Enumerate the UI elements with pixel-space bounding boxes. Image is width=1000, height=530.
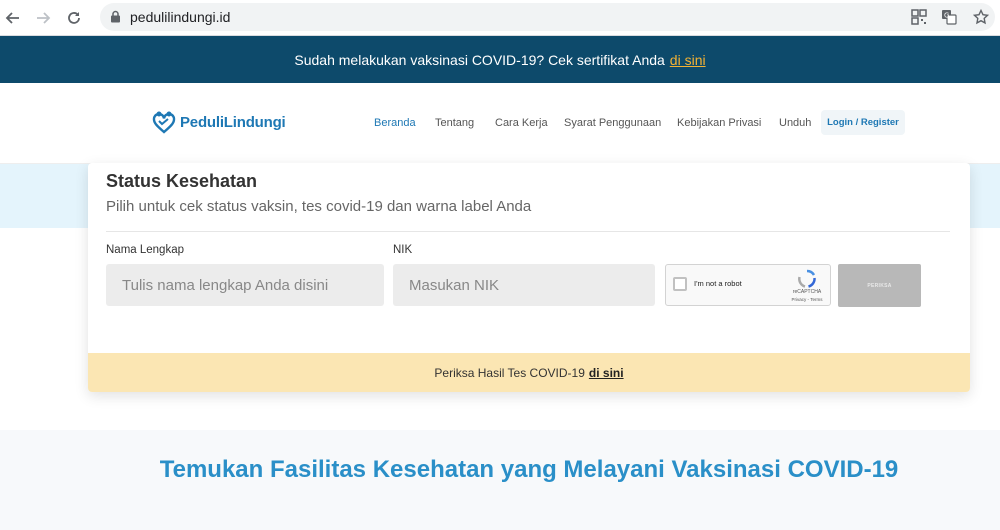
recaptcha-brand: reCAPTCHA: [792, 289, 822, 295]
login-register-button[interactable]: Login / Register: [821, 110, 905, 135]
recaptcha-widget: I'm not a robot reCAPTCHA Privacy - Term…: [665, 264, 831, 306]
qr-icon[interactable]: [910, 8, 928, 26]
test-result-link[interactable]: di sini: [589, 366, 624, 380]
star-icon[interactable]: [972, 8, 990, 26]
nav-cara-kerja[interactable]: Cara Kerja: [495, 117, 548, 129]
divider: [106, 231, 950, 232]
svg-text:G: G: [944, 12, 949, 20]
browser-toolbar: pedulilindungi.id G: [0, 0, 1000, 36]
banner-text: Sudah melakukan vaksinasi COVID-19? Cek …: [294, 51, 665, 68]
nav-tentang[interactable]: Tentang: [435, 117, 474, 129]
forward-icon[interactable]: [32, 7, 54, 29]
recaptcha-terms[interactable]: Privacy - Terms: [786, 297, 828, 302]
test-result-bar: Periksa Hasil Tes COVID-19 di sini: [88, 353, 970, 392]
card-title: Status Kesehatan: [106, 171, 258, 191]
nik-label: NIK: [393, 244, 413, 256]
card-subtitle: Pilih untuk cek status vaksin, tes covid…: [106, 198, 532, 215]
test-result-text: Periksa Hasil Tes COVID-19: [434, 365, 585, 380]
banner-link[interactable]: di sini: [670, 52, 706, 68]
address-bar[interactable]: pedulilindungi.id G: [100, 3, 995, 31]
nav-unduh[interactable]: Unduh: [779, 117, 811, 129]
name-label: Nama Lengkap: [106, 244, 184, 256]
nav-beranda[interactable]: Beranda: [374, 117, 416, 129]
nav-syarat-penggunaan[interactable]: Syarat Penggunaan: [564, 117, 661, 129]
facility-section-title: Temukan Fasilitas Kesehatan yang Melayan…: [159, 456, 899, 483]
nav-kebijakan-privasi[interactable]: Kebijakan Privasi: [677, 117, 761, 129]
logo-icon: [152, 111, 176, 134]
certificate-banner: Sudah melakukan vaksinasi COVID-19? Cek …: [0, 36, 1000, 83]
name-input[interactable]: [106, 264, 384, 306]
logo-text: PeduliLindungi: [180, 113, 286, 131]
recaptcha-label: I'm not a robot: [694, 279, 742, 288]
back-icon[interactable]: [2, 7, 24, 29]
url-text[interactable]: pedulilindungi.id: [130, 9, 230, 25]
recaptcha-checkbox[interactable]: [673, 277, 687, 291]
status-card: Status Kesehatan Pilih untuk cek status …: [88, 163, 970, 392]
check-button[interactable]: PERIKSA: [838, 264, 921, 307]
logo[interactable]: PeduliLindungi: [152, 110, 286, 134]
lock-icon[interactable]: [110, 10, 121, 28]
nik-input[interactable]: [393, 264, 655, 306]
translate-icon[interactable]: G: [940, 8, 958, 26]
reload-icon[interactable]: [63, 7, 85, 29]
site-header: PeduliLindungi Beranda Tentang Cara Kerj…: [0, 83, 1000, 164]
